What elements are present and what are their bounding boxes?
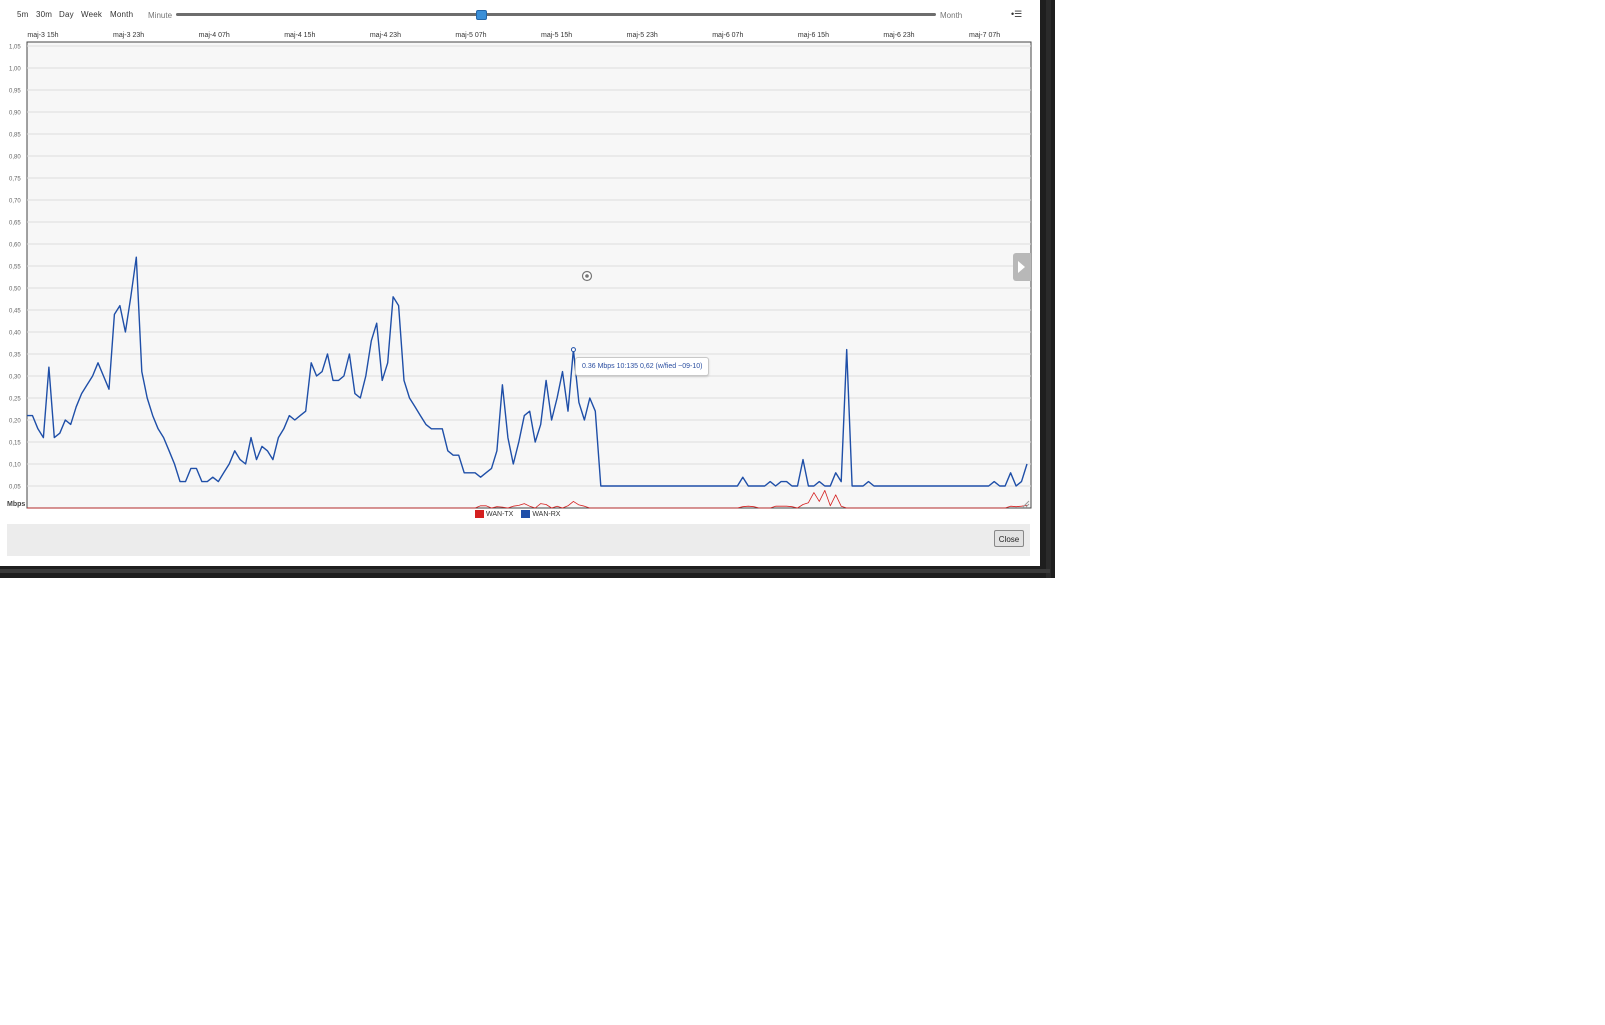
traffic-chart: 0,05 0,10 0,15 0,20 0,25 0,30 0,35 0,40 0,45 0,50…: [7, 32, 1032, 509]
chevron-right-icon: [1018, 261, 1025, 273]
y-tick-label: 0,20: [9, 419, 21, 425]
x-tick-label: maj-3 23h: [113, 32, 144, 39]
y-axis-label: Mbps: [7, 501, 25, 508]
x-tick-label: maj-5 07h: [455, 32, 486, 39]
graph-dialog: 5m 30m Day Week Month Minute Month •☰ 0,…: [0, 0, 1040, 566]
y-tick-label: 0,05: [9, 485, 21, 491]
chart-settings-icon[interactable]: [581, 270, 593, 282]
x-tick-label: maj-3 15h: [27, 32, 58, 39]
legend-item-tx[interactable]: WAN-TX: [475, 510, 513, 518]
y-tick-label: 0,35: [9, 353, 21, 359]
y-tick-label: 0,70: [9, 199, 21, 205]
window-bottom-edge: [0, 569, 1050, 573]
legend-tx-swatch-icon: [475, 510, 484, 518]
chart-tooltip: 0.36 Mbps 10:135 0,62 (w/fied ~09-10): [575, 357, 710, 376]
legend-label: WAN-RX: [532, 510, 561, 518]
y-tick-label: 0,95: [9, 89, 21, 95]
y-tick-label: 0,55: [9, 265, 21, 271]
dialog-footer: [7, 524, 1030, 556]
legend-rx-swatch-icon: [521, 510, 531, 518]
x-tick-label: maj-5 23h: [627, 32, 658, 39]
y-tick-label: 0,85: [9, 133, 21, 139]
y-tick-label: 0,10: [9, 463, 21, 469]
x-tick-label: maj-6 23h: [883, 32, 914, 39]
legend-label: WAN-TX: [486, 510, 514, 518]
y-tick-label: 0,15: [9, 441, 21, 447]
y-tick-label: 0,75: [9, 177, 21, 183]
x-tick-label: maj-4 15h: [284, 32, 315, 39]
y-tick-label: 0,25: [9, 397, 21, 403]
legend-item-rx[interactable]: WAN-RX: [521, 510, 560, 518]
x-tick-label: maj-7 07h: [969, 32, 1000, 39]
x-tick-label: maj-5 15h: [541, 32, 572, 39]
window-edge: [1046, 0, 1051, 578]
y-tick-label: 0,45: [9, 309, 21, 315]
x-tick-label: maj-4 23h: [370, 32, 401, 39]
y-tick-label: 0,30: [9, 375, 21, 381]
side-panel-toggle[interactable]: [1013, 253, 1031, 281]
y-tick-label: 0,50: [9, 287, 21, 293]
y-tick-label: 1,05: [9, 45, 21, 51]
y-tick-label: 0,80: [9, 155, 21, 161]
x-tick-label: maj-6 15h: [798, 32, 829, 39]
close-button[interactable]: Close: [994, 530, 1024, 547]
y-tick-label: 1,00: [9, 67, 21, 73]
y-tick-label: 0,60: [9, 243, 21, 249]
y-tick-label: 0,65: [9, 221, 21, 227]
y-tick-label: 0,90: [9, 111, 21, 117]
y-tick-label: 0,40: [9, 331, 21, 337]
hover-point-marker: [570, 347, 576, 353]
x-tick-label: maj-6 07h: [712, 32, 743, 39]
x-tick-label: maj-4 07h: [199, 32, 230, 39]
chart-legend: WAN-TX WAN-RX: [475, 510, 566, 520]
